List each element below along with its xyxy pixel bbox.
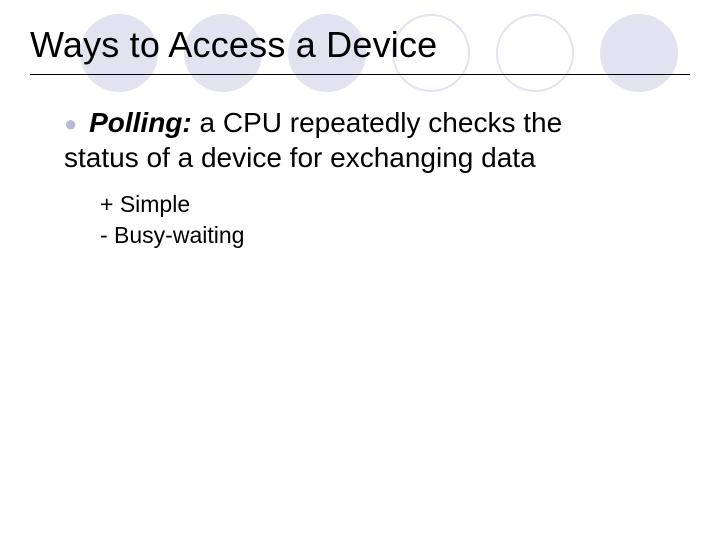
slide-content: Ways to Access a Device ● Polling: a CPU… (0, 0, 720, 251)
bullet-definition-part1: a CPU repeatedly checks the (192, 107, 562, 138)
bullet-definition-part2: status of a device for exchanging data (64, 142, 536, 173)
slide-body: ● Polling: a CPU repeatedly checks the s… (30, 105, 690, 251)
bullet-term: Polling: (89, 107, 192, 138)
sub-list: + Simple - Busy-waiting (64, 189, 670, 251)
bullet-item: ● Polling: a CPU repeatedly checks the s… (64, 105, 670, 175)
sub-item-con: - Busy-waiting (100, 220, 670, 251)
bullet-marker-icon: ● (64, 111, 77, 136)
title-rule (30, 74, 690, 75)
sub-item-pro: + Simple (100, 189, 670, 220)
slide-title: Ways to Access a Device (30, 24, 690, 66)
